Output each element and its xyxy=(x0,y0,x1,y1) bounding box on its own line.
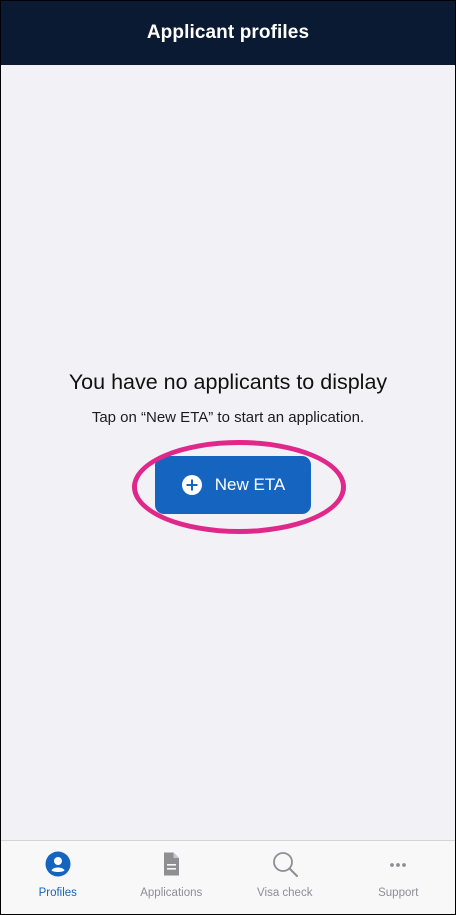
new-eta-label: New ETA xyxy=(214,475,286,494)
document-icon xyxy=(164,852,180,876)
search-icon xyxy=(272,852,298,877)
tab-label-support: Support xyxy=(378,887,419,899)
person-circle-icon xyxy=(45,851,71,877)
more-dots-icon xyxy=(390,863,407,867)
tab-label-visa-check: Visa check xyxy=(257,887,313,899)
nav-header: Applicant profiles xyxy=(1,1,455,65)
tab-bar: Profiles Applications Visa check Support xyxy=(1,840,456,914)
tab-label-applications: Applications xyxy=(140,887,203,899)
page-title: Applicant profiles xyxy=(146,22,310,43)
tab-label-profiles: Profiles xyxy=(38,887,77,899)
empty-state-subtitle: Tap on “New ETA” to start an application… xyxy=(91,409,365,426)
tab-visa-check[interactable]: Visa check xyxy=(228,841,342,914)
tab-applications[interactable]: Applications xyxy=(115,841,229,914)
empty-state-title: You have no applicants to display xyxy=(68,370,388,394)
app-screen: Applicant profiles You have no applicant… xyxy=(0,0,456,915)
new-eta-button[interactable]: New ETA xyxy=(155,456,311,514)
main-content: You have no applicants to display Tap on… xyxy=(1,65,455,840)
tab-profiles[interactable]: Profiles xyxy=(1,841,115,914)
plus-circle-icon xyxy=(181,475,202,495)
tab-support[interactable]: Support xyxy=(342,841,456,914)
